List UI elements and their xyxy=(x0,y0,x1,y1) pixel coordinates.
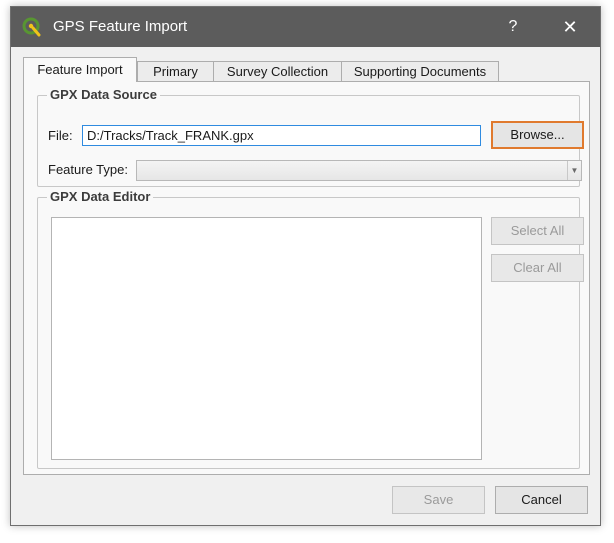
feature-type-combo[interactable]: ▼ xyxy=(136,160,582,181)
tab-feature-import[interactable]: Feature Import xyxy=(23,57,137,82)
tab-primary[interactable]: Primary xyxy=(137,61,214,82)
window-title: GPS Feature Import xyxy=(53,18,188,35)
chevron-down-icon[interactable]: ▼ xyxy=(567,161,581,180)
feature-type-label: Feature Type: xyxy=(48,162,128,177)
gps-feature-import-dialog: GPS Feature Import ? ✕ Feature Import Pr… xyxy=(10,6,601,526)
close-icon: ✕ xyxy=(562,17,578,37)
gpx-data-source-title: GPX Data Source xyxy=(47,87,160,102)
file-label: File: xyxy=(48,128,73,143)
gpx-data-editor-title: GPX Data Editor xyxy=(47,189,154,204)
title-bar[interactable]: GPS Feature Import ? ✕ xyxy=(11,7,600,47)
close-button[interactable]: ✕ xyxy=(547,7,593,47)
help-button[interactable]: ? xyxy=(491,7,535,47)
save-button[interactable]: Save xyxy=(392,486,485,514)
cancel-button[interactable]: Cancel xyxy=(495,486,588,514)
tab-supporting-documents[interactable]: Supporting Documents xyxy=(341,61,499,82)
select-all-button[interactable]: Select All xyxy=(491,217,584,245)
qgis-logo-icon xyxy=(22,17,42,37)
clear-all-button[interactable]: Clear All xyxy=(491,254,584,282)
feature-import-panel: GPX Data Source File: Browse... Feature … xyxy=(23,81,590,475)
tab-survey-collection[interactable]: Survey Collection xyxy=(213,61,342,82)
gpx-data-list[interactable] xyxy=(51,217,482,460)
browse-button[interactable]: Browse... xyxy=(491,121,584,149)
file-path-input[interactable] xyxy=(82,125,481,146)
gpx-data-source-group: GPX Data Source File: Browse... Feature … xyxy=(37,87,584,187)
gpx-data-editor-group: GPX Data Editor Select All Clear All xyxy=(37,189,584,469)
